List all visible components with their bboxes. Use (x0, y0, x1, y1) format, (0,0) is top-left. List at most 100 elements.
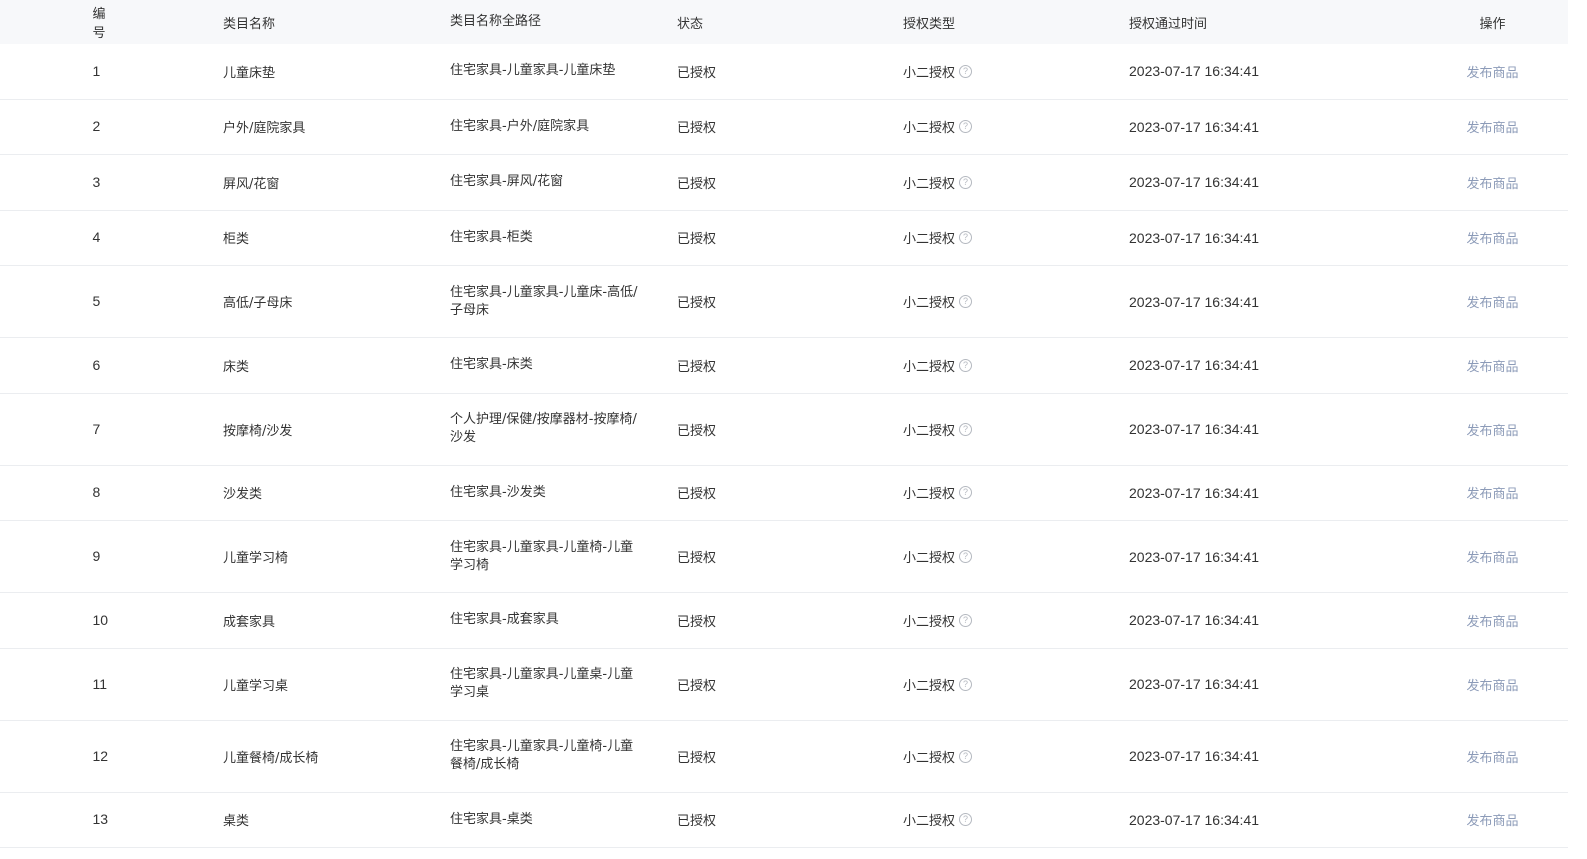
question-circle-icon[interactable]: ? (959, 175, 973, 189)
auth-type-cell: 小二授权? (865, 420, 1091, 439)
status-text: 已授权 (677, 614, 717, 630)
header-status: 状态 (677, 16, 704, 32)
question-circle-icon[interactable]: ? (959, 486, 973, 500)
category-path: 住宅家具-户外/庭院家具 (450, 118, 590, 134)
auth-time: 2023-07-17 16:34:41 (1129, 748, 1259, 764)
cell-id: 12 (92, 747, 109, 764)
category-path-cell: 住宅家具-桌类 (412, 811, 639, 829)
publish-product-link[interactable]: 发布商品 (1466, 177, 1518, 192)
auth-time: 2023-07-17 16:34:41 (1129, 548, 1259, 565)
category-auth-table: 编号 类目名称 类目名称全路径 状态 授权类型 授权通过时间 操作 1 儿童床垫住… (0, 0, 1568, 848)
category-name: 按摩椅/沙发 (223, 423, 293, 439)
op-cell: 发布商品 (1317, 675, 1568, 694)
op-cell: 发布商品 (1317, 747, 1568, 766)
status-text: 已授权 (677, 678, 717, 694)
category-name: 儿童餐椅/成长椅 (223, 750, 319, 766)
table-row: 3 屏风/花窗 住宅家具-屏风/花窗 已授权 小二授权? 2023-07-17 16:34… (0, 155, 1568, 211)
question-circle-icon[interactable]: ? (959, 120, 973, 134)
auth-time: 2023-07-17 16:34:41 (1129, 229, 1259, 246)
table-row: 11 儿童学习桌 住宅家具-儿童家具-儿童桌-儿童学习桌 已授权 小二授权? 2023-0… (0, 649, 1568, 721)
category-path: 住宅家具-儿童家具-儿童床垫 (450, 63, 616, 79)
op-cell: 发布商品 (1317, 117, 1568, 136)
cell-id: 8 (92, 484, 101, 501)
auth-type-cell: 小二授权? (865, 675, 1091, 694)
category-path-cell: 住宅家具-儿童家具-儿童桌-儿童学习桌 (412, 666, 639, 702)
question-circle-icon[interactable]: ? (959, 295, 973, 308)
cell-id: 4 (92, 229, 101, 246)
category-path-cell: 住宅家具-儿童家具-儿童床-高低/子母床 (412, 284, 639, 320)
publish-product-link[interactable]: 发布商品 (1466, 487, 1518, 502)
question-circle-icon[interactable]: ? (959, 813, 973, 827)
auth-type-text: 小二授权 (903, 296, 956, 311)
publish-product-link[interactable]: 发布商品 (1466, 121, 1518, 136)
publish-product-link[interactable]: 发布商品 (1466, 360, 1518, 375)
publish-product-link[interactable]: 发布商品 (1466, 751, 1518, 766)
category-path: 住宅家具-桌类 (450, 811, 533, 827)
status-text: 已授权 (677, 296, 717, 311)
table-header: 编号 类目名称 类目名称全路径 状态 授权类型 授权通过时间 操作 (0, 0, 1568, 44)
cell-id: 7 (92, 420, 101, 437)
question-circle-icon[interactable]: ? (959, 422, 973, 436)
category-path-cell: 住宅家具-户外/庭院家具 (412, 118, 639, 136)
category-path: 个人护理/保健/按摩器材-按摩椅/沙发 (450, 412, 637, 445)
category-path: 住宅家具-床类 (450, 357, 533, 373)
auth-type-text: 小二授权 (903, 678, 956, 694)
category-name: 儿童床垫 (223, 65, 276, 81)
publish-product-link[interactable]: 发布商品 (1466, 551, 1518, 566)
question-circle-icon[interactable]: ? (959, 550, 973, 563)
auth-time: 2023-07-17 16:34:41 (1129, 293, 1259, 310)
question-circle-icon[interactable]: ? (959, 358, 973, 372)
question-circle-icon[interactable]: ? (959, 231, 973, 245)
question-circle-icon[interactable]: ? (959, 64, 973, 78)
publish-product-link[interactable]: 发布商品 (1466, 679, 1518, 694)
auth-time: 2023-07-17 16:34:41 (1129, 484, 1259, 501)
cell-id: 2 (92, 118, 101, 135)
cell-id: 9 (92, 548, 101, 564)
table-row: 6 床类 住宅家具-床类 已授权 小二授权? 2023-07-17 16:34:41 发布商… (0, 338, 1568, 394)
question-circle-icon[interactable]: ? (959, 613, 973, 627)
op-cell: 发布商品 (1317, 356, 1568, 375)
op-cell: 发布商品 (1317, 62, 1568, 81)
status-text: 已授权 (677, 814, 717, 830)
auth-type-text: 小二授权 (903, 750, 956, 766)
question-circle-icon[interactable]: ? (959, 749, 973, 763)
category-name: 户外/庭院家具 (223, 121, 306, 137)
publish-product-link[interactable]: 发布商品 (1466, 814, 1518, 829)
auth-time: 2023-07-17 16:34:41 (1129, 63, 1259, 80)
op-cell: 发布商品 (1317, 420, 1568, 439)
category-path: 住宅家具-儿童家具-儿童椅-儿童学习椅 (450, 539, 634, 573)
table-row: 7 按摩椅/沙发 个人护理/保健/按摩器材-按摩椅/沙发 已授权 小二授权? 2023-0… (0, 394, 1568, 466)
auth-type-cell: 小二授权? (865, 173, 1091, 192)
category-path: 住宅家具-沙发类 (450, 484, 546, 500)
status-text: 已授权 (677, 551, 717, 566)
category-name: 桌类 (223, 814, 250, 830)
status-text: 已授权 (677, 65, 717, 81)
publish-product-link[interactable]: 发布商品 (1466, 296, 1518, 311)
category-path: 住宅家具-儿童家具-儿童床-高低/子母床 (450, 284, 638, 318)
question-circle-icon[interactable]: ? (959, 677, 973, 691)
op-cell: 发布商品 (1317, 292, 1568, 311)
publish-product-link[interactable]: 发布商品 (1466, 66, 1518, 81)
auth-type-text: 小二授权 (903, 423, 956, 439)
auth-type-cell: 小二授权? (865, 62, 1091, 81)
status-text: 已授权 (677, 121, 717, 137)
category-path-cell: 住宅家具-沙发类 (412, 484, 639, 502)
table-row: 13 桌类 住宅家具-桌类 已授权 小二授权? 2023-07-17 16:34:41 发布… (0, 793, 1568, 848)
auth-type-cell: 小二授权? (865, 292, 1091, 311)
cell-id: 10 (92, 611, 109, 628)
auth-type-text: 小二授权 (903, 814, 956, 830)
header-path: 类目名称全路径 (450, 14, 542, 29)
cell-id: 13 (92, 811, 109, 828)
publish-product-link[interactable]: 发布商品 (1466, 424, 1518, 439)
category-path-cell: 住宅家具-床类 (412, 356, 639, 374)
category-path: 住宅家具-儿童家具-儿童桌-儿童学习桌 (450, 667, 634, 700)
publish-product-link[interactable]: 发布商品 (1466, 232, 1518, 247)
auth-type-text: 小二授权 (903, 614, 956, 630)
publish-product-link[interactable]: 发布商品 (1466, 615, 1518, 630)
auth-type-cell: 小二授权? (865, 810, 1091, 829)
category-name: 柜类 (223, 232, 250, 248)
category-path-cell: 住宅家具-屏风/花窗 (412, 173, 639, 191)
auth-type-text: 小二授权 (903, 232, 956, 248)
status-text: 已授权 (677, 176, 717, 192)
table-body: 1 儿童床垫 住宅家具-儿童家具-儿童床垫 已授权 小二授权? 2023-07-17 16… (0, 44, 1568, 848)
